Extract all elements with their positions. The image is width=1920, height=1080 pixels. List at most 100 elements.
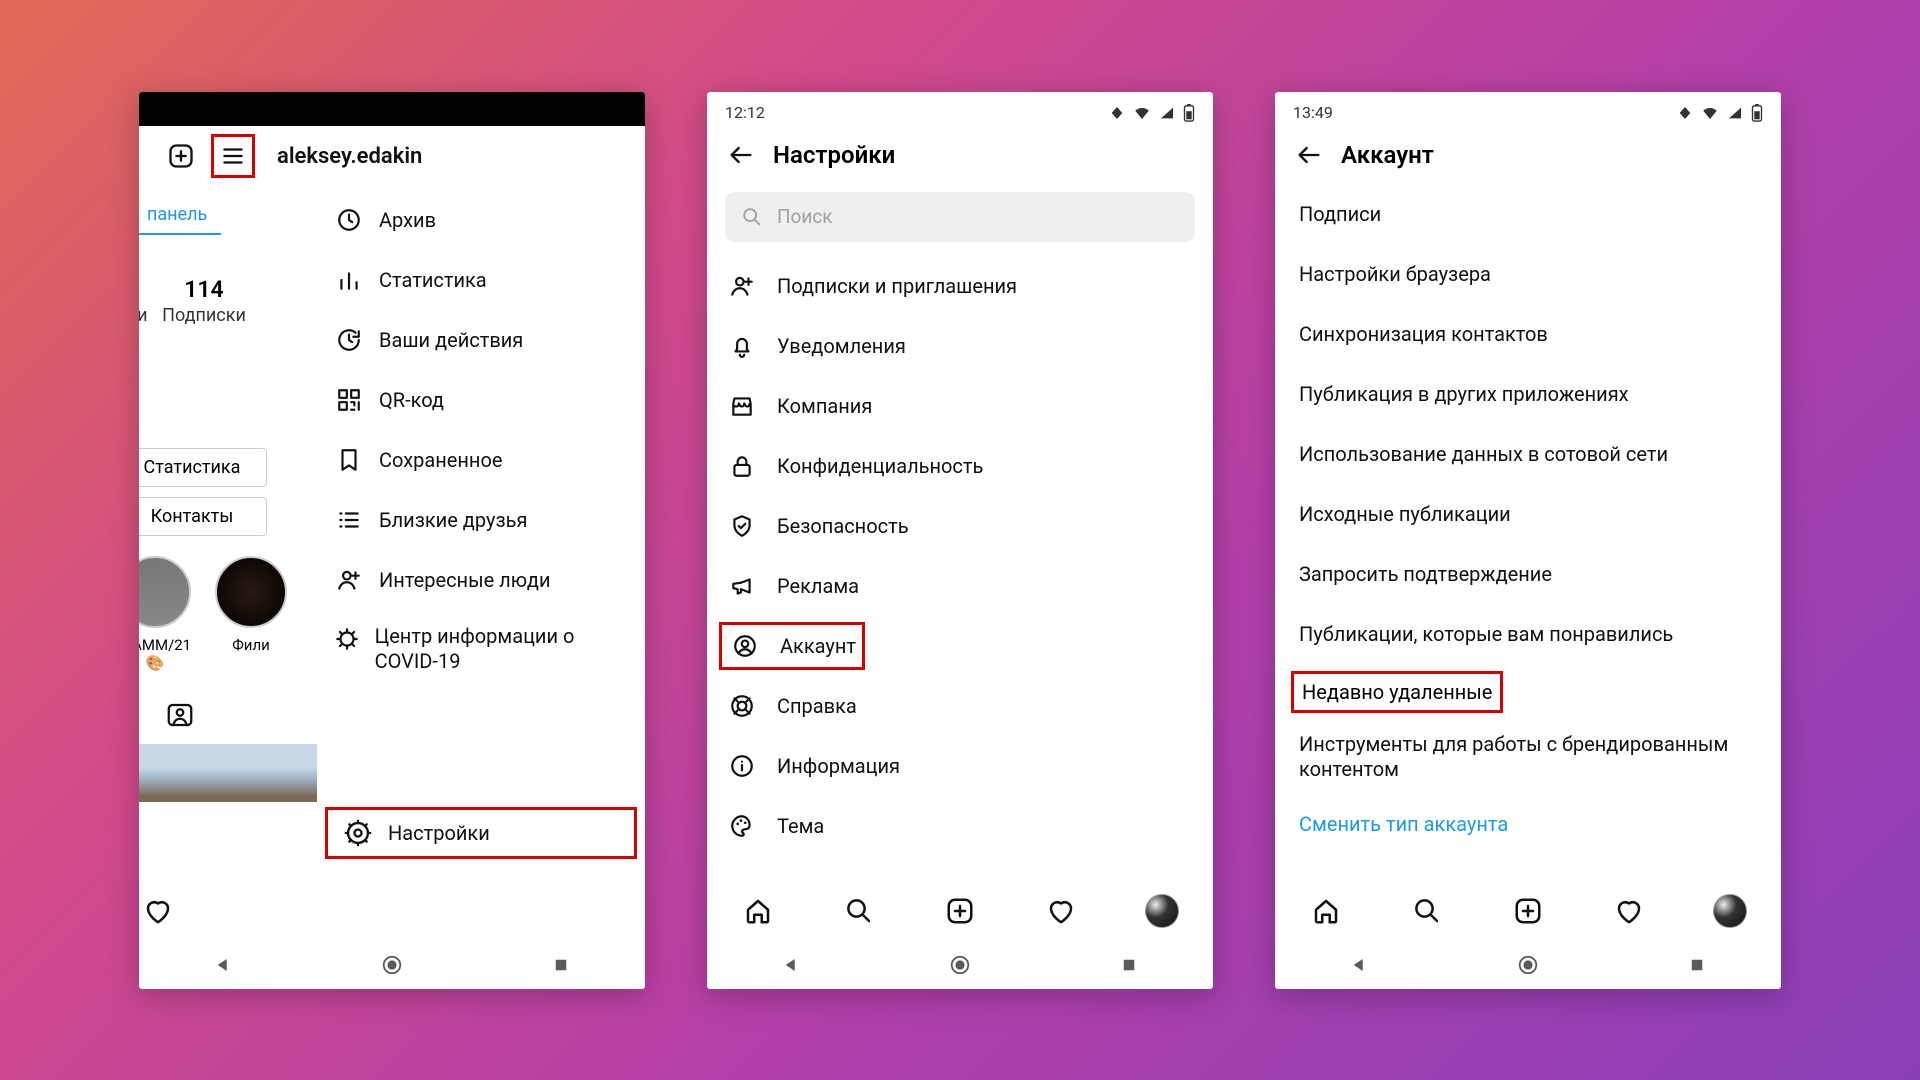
back-button[interactable] [1287,133,1331,177]
settings-item-privacy[interactable]: Конфиденциальность [707,436,1213,496]
tagged-tab-icon[interactable] [165,700,195,730]
menu-item-saved[interactable]: Сохраненное [317,430,645,490]
home-icon [743,896,773,926]
nav-back[interactable] [201,943,245,987]
hamburger-menu-button[interactable] [211,134,255,178]
tab-home[interactable] [736,889,780,933]
story-highlight[interactable]: МАММ/21 🎨 [139,556,195,672]
menu-label: QR-код [379,388,444,412]
tab-profile[interactable] [1708,889,1752,933]
settings-item-ads[interactable]: Реклама [707,556,1213,616]
vibrate-icon [1677,105,1693,121]
nav-home[interactable] [370,943,414,987]
tab-new-post[interactable] [1506,889,1550,933]
account-item-switch-type[interactable]: Сменить тип аккаунта [1275,794,1781,854]
tab-home[interactable] [1304,889,1348,933]
contacts-profile-button[interactable]: Контакты [139,497,267,536]
storefront-icon [729,393,755,419]
account-item-sharing-other[interactable]: Публикация в других приложениях [1275,364,1781,424]
bell-icon [729,333,755,359]
nav-recent[interactable] [1675,943,1719,987]
account-item-original-posts[interactable]: Исходные публикации [1275,484,1781,544]
tab-bar [139,881,645,941]
tab-search[interactable] [1405,889,1449,933]
account-item-request-verify[interactable]: Запросить подтверждение [1275,544,1781,604]
menu-item-discover-people[interactable]: Интересные люди [317,550,645,610]
item-label: Реклама [777,574,859,598]
back-button[interactable] [719,133,763,177]
side-drawer: Архив Статистика Ваши действия QR-код Со… [317,188,645,881]
square-icon [1688,956,1706,974]
settings-item-business[interactable]: Компания [707,376,1213,436]
tab-activity[interactable] [143,896,173,926]
menu-label: Архив [379,208,436,232]
menu-item-qr[interactable]: QR-код [317,370,645,430]
account-item-browser[interactable]: Настройки браузера [1275,244,1781,304]
settings-item-about[interactable]: Информация [707,736,1213,796]
story-highlights: МАММ/21 🎨 Фили [139,556,291,672]
menu-item-activity[interactable]: Ваши действия [317,310,645,370]
tab-activity[interactable] [1607,889,1651,933]
tab-bar [707,881,1213,941]
menu-item-archive[interactable]: Архив [317,190,645,250]
account-item-liked-posts[interactable]: Публикации, которые вам понравились [1275,604,1781,664]
nav-home[interactable] [938,943,982,987]
nav-recent[interactable] [1107,943,1151,987]
item-label: Тема [777,814,824,838]
story-thumbnail [215,556,287,628]
menu-label: Сохраненное [379,448,502,472]
menu-item-covid[interactable]: Центр информации о COVID-19 [317,610,645,688]
account-item-branded-tools[interactable]: Инструменты для работы с брендированным … [1275,720,1781,794]
circle-icon [1517,954,1539,976]
tab-activity[interactable] [1039,889,1083,933]
account-list: Подписи Настройки браузера Синхронизация… [1275,184,1781,881]
story-label: МАММ/21 🎨 [139,636,195,672]
nav-recent[interactable] [539,943,583,987]
new-post-button[interactable] [159,134,203,178]
profile-header: aleksey.edakin [139,126,645,188]
menu-label: Статистика [379,268,487,292]
settings-item-notifications[interactable]: Уведомления [707,316,1213,376]
account-item-recently-deleted-wrap: Недавно удаленные [1275,664,1781,720]
account-item-captions[interactable]: Подписи [1275,184,1781,244]
profile-background: панель ики 114 Подписки Статистика Конта… [139,188,317,881]
triangle-left-icon [782,956,800,974]
avatar-icon [1145,894,1179,928]
item-label: Конфиденциальность [777,454,983,478]
tab-new-post[interactable] [938,889,982,933]
menu-item-insights[interactable]: Статистика [317,250,645,310]
settings-item-help[interactable]: Справка [707,676,1213,736]
search-input[interactable]: Поиск [725,192,1195,242]
account-item-contacts-sync[interactable]: Синхронизация контактов [1275,304,1781,364]
feed-thumbnail [139,744,317,802]
account-item-cellular-data[interactable]: Использование данных в сотовой сети [1275,424,1781,484]
search-icon [741,206,763,228]
lifebuoy-icon [729,693,755,719]
settings-item-account[interactable]: Аккаунт [719,622,865,670]
nav-back[interactable] [769,943,813,987]
tab-profile[interactable] [1140,889,1184,933]
settings-item-security[interactable]: Безопасность [707,496,1213,556]
heart-icon [1614,896,1644,926]
nav-back[interactable] [1337,943,1381,987]
search-icon [844,896,874,926]
account-item-recently-deleted[interactable]: Недавно удаленные [1291,671,1503,713]
settings-list: Подписки и приглашения Уведомления Компа… [707,256,1213,881]
insights-profile-button[interactable]: Статистика [139,448,267,487]
triangle-left-icon [214,956,232,974]
menu-item-close-friends[interactable]: Близкие друзья [317,490,645,550]
wifi-icon [1133,104,1151,122]
signal-icon [1159,105,1175,121]
status-bar: 12:12 [707,92,1213,126]
tab-search[interactable] [837,889,881,933]
nav-home[interactable] [1506,943,1550,987]
dashboard-tab[interactable]: панель [139,198,221,235]
settings-item-theme[interactable]: Тема [707,796,1213,856]
status-time: 13:49 [1293,103,1333,122]
menu-item-settings[interactable]: Настройки [325,807,637,859]
story-thumbnail [139,556,191,628]
square-icon [1120,956,1138,974]
story-highlight[interactable]: Фили [211,556,291,672]
settings-item-follow-invite[interactable]: Подписки и приглашения [707,256,1213,316]
following-stat[interactable]: 114 Подписки [149,276,259,326]
